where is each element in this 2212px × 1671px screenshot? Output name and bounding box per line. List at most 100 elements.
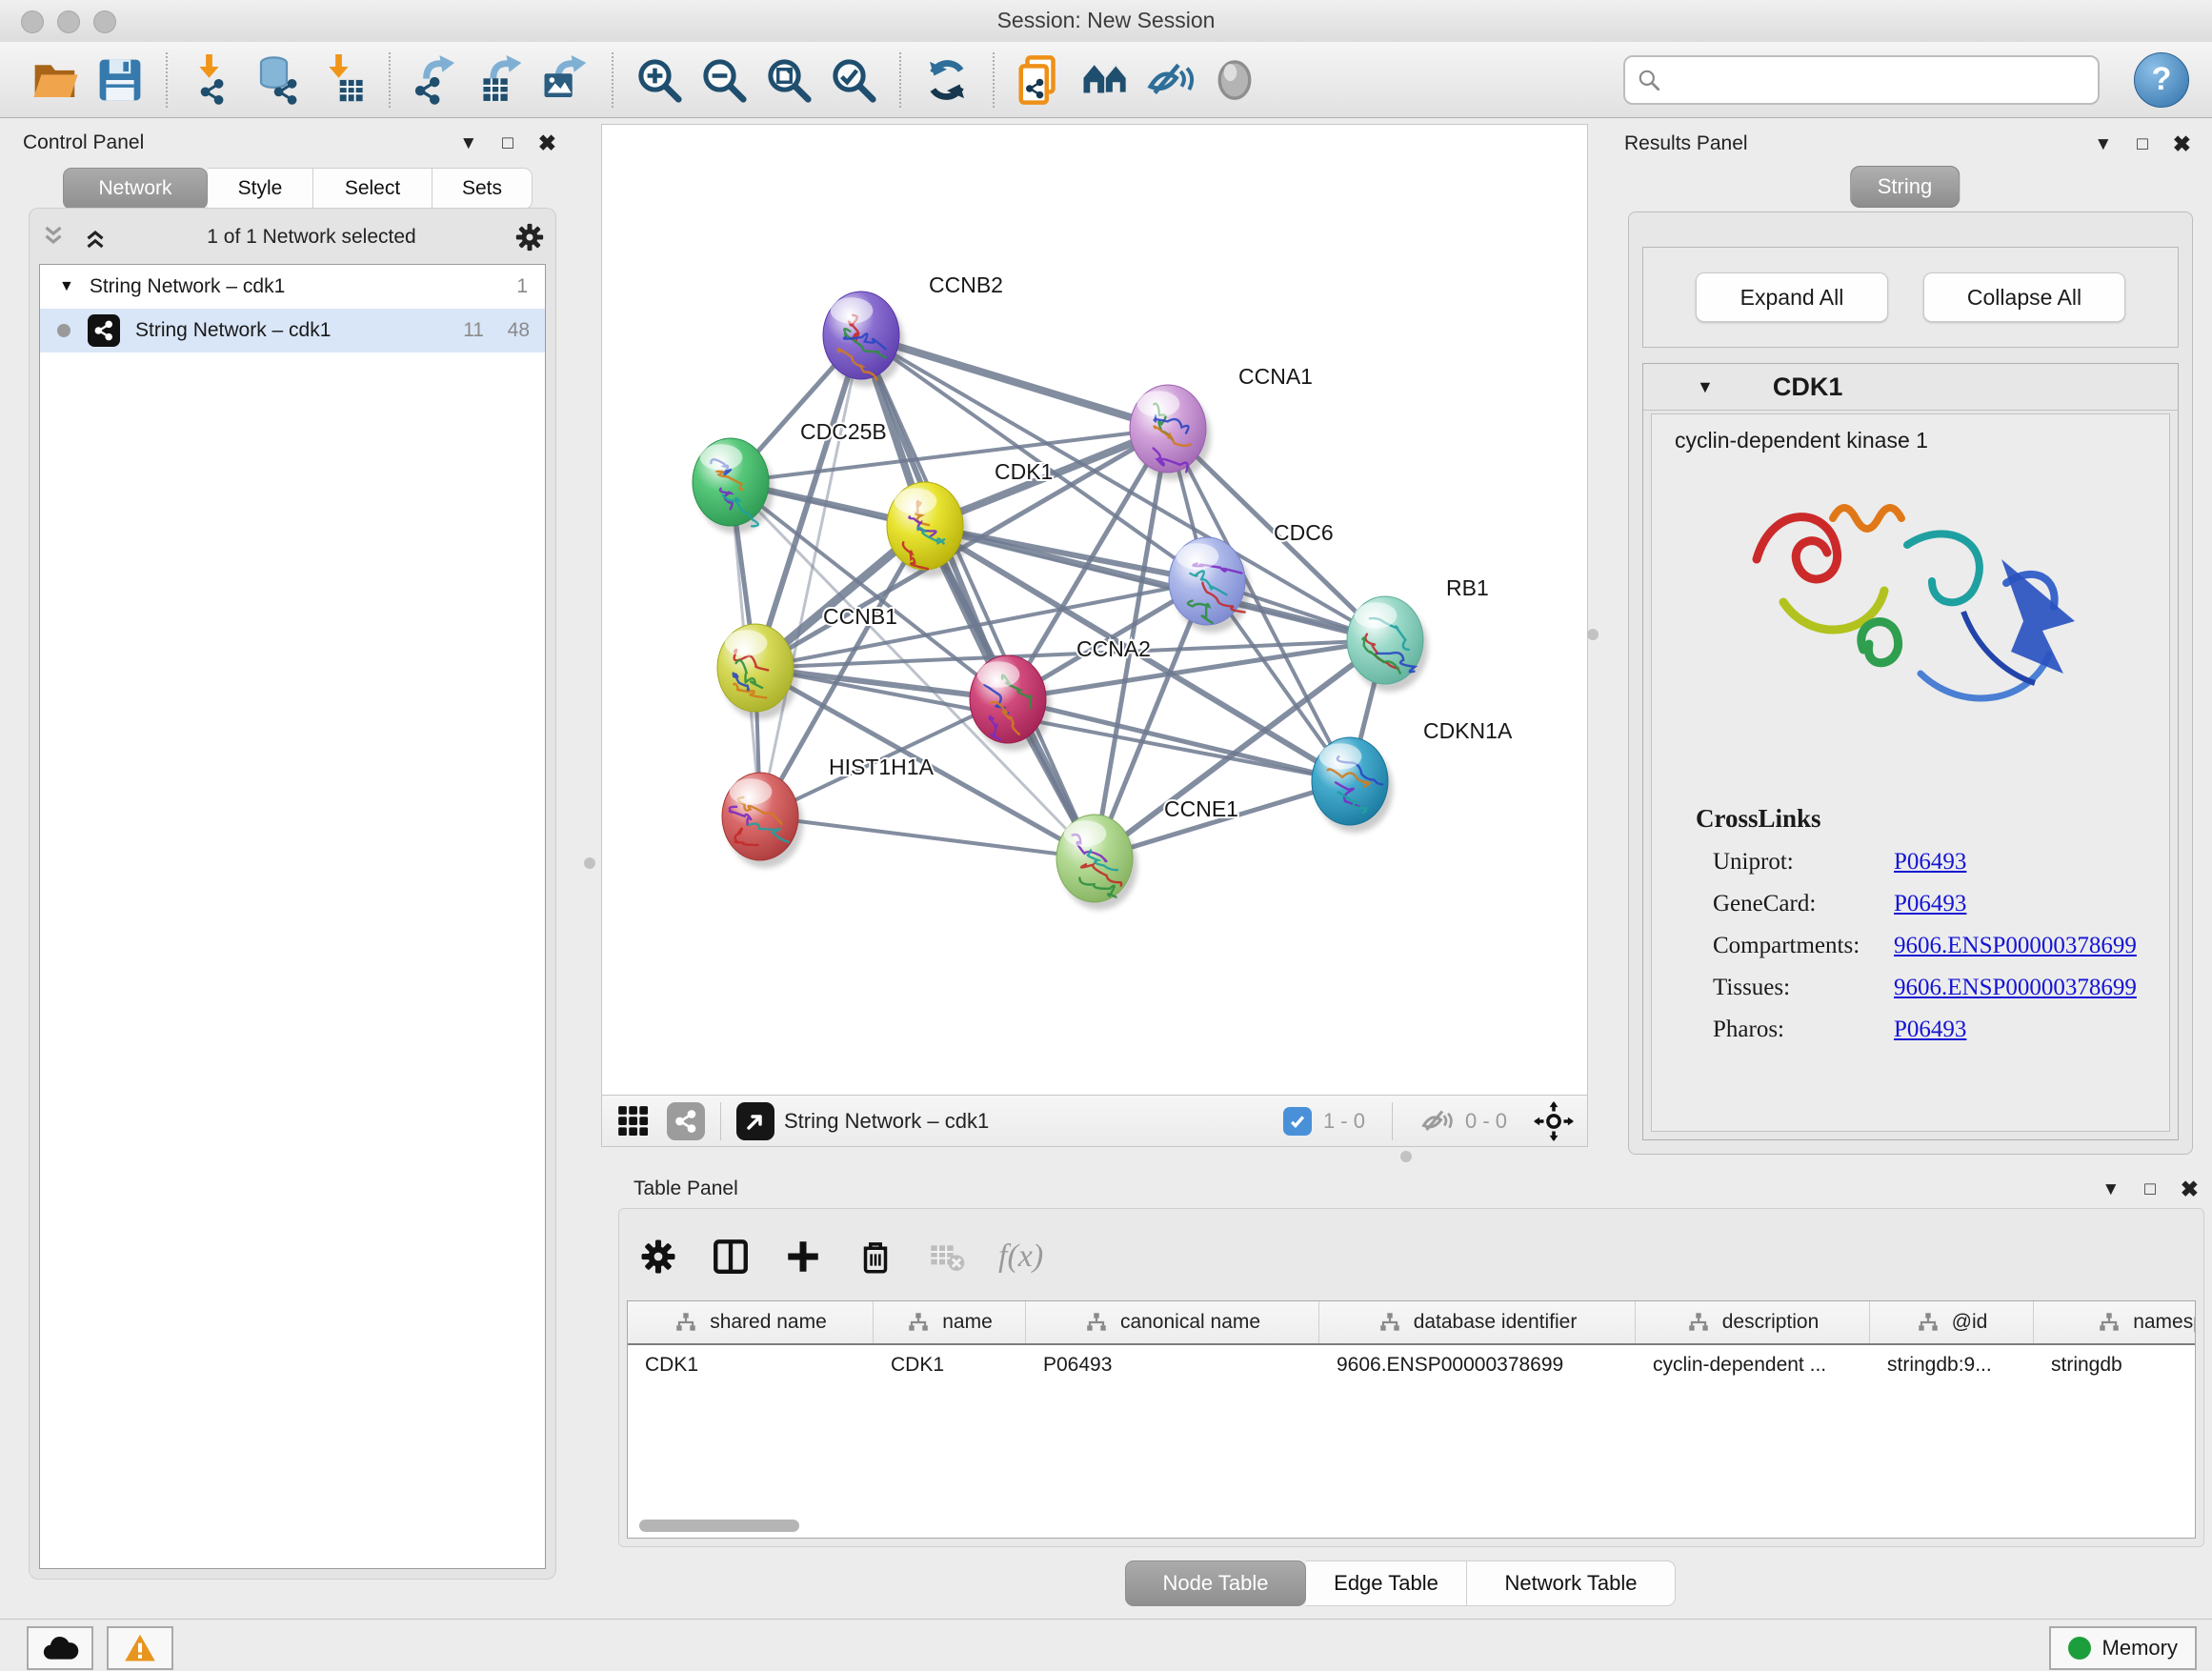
delete-column-icon[interactable] <box>855 1237 895 1277</box>
selection-mode-crosshair-icon[interactable] <box>1534 1101 1574 1141</box>
export-table-icon[interactable] <box>473 51 530 109</box>
export-network-icon[interactable] <box>408 51 465 109</box>
crosslink-tissues[interactable]: 9606.ENSP00000378699 <box>1894 975 2137 1001</box>
birds-eye-view-icon[interactable] <box>615 1103 652 1139</box>
float-panel-icon[interactable]: □ <box>502 134 513 152</box>
network-node-CDKN1A[interactable]: CDKN1A <box>1312 718 1513 833</box>
help-button[interactable]: ? <box>2134 52 2189 108</box>
warning-icon <box>123 1632 157 1664</box>
network-node-CCNE1[interactable]: CCNE1 <box>1056 796 1238 910</box>
column-header-shared-name[interactable]: shared name <box>628 1301 874 1343</box>
zoom-in-icon[interactable] <box>631 51 688 109</box>
table-cell: 9606.ENSP00000378699 <box>1319 1354 1636 1377</box>
add-column-icon[interactable] <box>783 1237 823 1277</box>
search-input[interactable] <box>1623 55 2100 105</box>
tab-sets[interactable]: Sets <box>432 168 533 210</box>
network-collection-row[interactable]: ▼ String Network – cdk1 1 <box>40 265 545 309</box>
network-node-HIST1H1A[interactable]: HIST1H1A <box>722 755 935 868</box>
selected-checkbox-icon[interactable] <box>1283 1107 1312 1136</box>
zoom-out-icon[interactable] <box>695 51 753 109</box>
tab-node-table[interactable]: Node Table <box>1125 1560 1306 1606</box>
zoom-fit-icon[interactable] <box>760 51 817 109</box>
memory-label: Memory <box>2102 1636 2178 1661</box>
delete-table-icon[interactable] <box>928 1238 966 1276</box>
column-header-canonical-name[interactable]: canonical name <box>1026 1301 1319 1343</box>
network-node-CCNA1[interactable]: CCNA1 <box>1130 364 1313 480</box>
crosslink-pharos[interactable]: P06493 <box>1894 1017 1966 1043</box>
node-label-CDK1: CDK1 <box>995 459 1053 484</box>
column-header-description[interactable]: description <box>1636 1301 1870 1343</box>
table-cell: cyclin-dependent ... <box>1636 1354 1870 1377</box>
node-count: 11 <box>463 319 484 342</box>
string-home-icon[interactable] <box>1076 51 1134 109</box>
import-network-file-icon[interactable] <box>185 51 242 109</box>
close-panel-icon[interactable]: ✖ <box>2173 133 2191 155</box>
selected-counts: 1 - 0 <box>1323 1109 1365 1134</box>
collapse-all-button[interactable]: Collapse All <box>1923 272 2125 322</box>
apply-layout-icon[interactable] <box>918 51 975 109</box>
collapse-all-icon[interactable] <box>39 223 68 252</box>
collapse-panel-icon[interactable]: ▼ <box>2094 135 2112 153</box>
import-network-database-icon[interactable] <box>250 51 307 109</box>
memory-button[interactable]: Memory <box>2049 1626 2197 1670</box>
table-settings-gear-icon[interactable] <box>638 1237 678 1277</box>
crosslink-label: Compartments: <box>1713 933 1894 959</box>
network-canvas[interactable]: CCNB2CCNA1CDC25BCDK1CDC6RB1CCNB1CCNA2CDK… <box>602 125 1587 1095</box>
crosslink-label: Pharos: <box>1713 1017 1894 1043</box>
node-label-CDC25B: CDC25B <box>800 419 887 444</box>
tab-select[interactable]: Select <box>313 168 432 210</box>
tab-network-table[interactable]: Network Table <box>1467 1560 1676 1606</box>
column-tree-icon <box>2097 1310 2122 1335</box>
splitter-handle[interactable] <box>1400 1151 1412 1162</box>
float-panel-icon[interactable]: □ <box>2137 135 2147 153</box>
crosslink-compartments[interactable]: 9606.ENSP00000378699 <box>1894 933 2137 959</box>
zoom-selected-icon[interactable] <box>825 51 882 109</box>
network-options-gear-icon[interactable] <box>513 221 546 253</box>
splitter-handle[interactable] <box>584 857 595 869</box>
column-header-database-identifier[interactable]: database identifier <box>1319 1301 1636 1343</box>
expand-all-icon[interactable] <box>81 223 110 252</box>
section-caret-icon[interactable]: ▼ <box>1697 377 1714 397</box>
column-header-name[interactable]: name <box>874 1301 1026 1343</box>
expand-all-button[interactable]: Expand All <box>1696 272 1888 322</box>
warning-status-button[interactable] <box>107 1626 173 1670</box>
collapse-panel-icon[interactable]: ▼ <box>459 134 477 152</box>
show-columns-icon[interactable] <box>711 1237 751 1277</box>
save-session-icon[interactable] <box>91 51 149 109</box>
node-label-CDKN1A: CDKN1A <box>1423 718 1513 743</box>
splitter-handle[interactable] <box>1587 629 1599 640</box>
string-flash-eye-icon[interactable] <box>1141 51 1198 109</box>
float-panel-icon[interactable]: □ <box>2144 1180 2155 1198</box>
column-header--id[interactable]: @id <box>1870 1301 2034 1343</box>
node-table[interactable]: shared namenamecanonical namedatabase id… <box>627 1300 2196 1539</box>
tab-network[interactable]: Network <box>63 168 208 210</box>
close-panel-icon[interactable]: ✖ <box>538 132 556 154</box>
apply-function-icon[interactable]: f(x) <box>998 1238 1043 1275</box>
close-panel-icon[interactable]: ✖ <box>2181 1178 2199 1200</box>
hidden-eye-icon[interactable] <box>1419 1104 1454 1138</box>
crosslink-uniprot[interactable]: P06493 <box>1894 849 1966 876</box>
results-panel-title: Results Panel <box>1624 132 1748 155</box>
network-row[interactable]: String Network – cdk1 11 48 <box>40 309 545 352</box>
column-tree-icon <box>1377 1310 1402 1335</box>
string-glass-ball-icon[interactable] <box>1206 51 1263 109</box>
open-session-icon[interactable] <box>27 51 84 109</box>
tab-string[interactable]: String <box>1850 166 1960 208</box>
collapse-panel-icon[interactable]: ▼ <box>2101 1180 2120 1198</box>
tab-style[interactable]: Style <box>208 168 313 210</box>
export-image-icon[interactable] <box>537 51 594 109</box>
tab-edge-table[interactable]: Edge Table <box>1306 1560 1467 1606</box>
open-in-new-window-icon[interactable] <box>736 1102 774 1140</box>
crosslink-genecard[interactable]: P06493 <box>1894 891 1966 917</box>
column-header-namespace[interactable]: namespace <box>2034 1301 2196 1343</box>
import-table-file-icon[interactable] <box>314 51 372 109</box>
string-protein-query-icon[interactable] <box>1012 51 1069 109</box>
collection-caret-icon[interactable]: ▼ <box>59 278 74 295</box>
gene-section-header[interactable]: ▼ CDK1 <box>1643 364 2178 411</box>
string-style-icon[interactable] <box>667 1102 705 1140</box>
network-node-RB1[interactable]: RB1 <box>1347 575 1489 692</box>
horizontal-scrollbar[interactable] <box>639 1520 799 1532</box>
cloud-status-button[interactable] <box>27 1626 93 1670</box>
table-cell: CDK1 <box>628 1354 874 1377</box>
table-row[interactable]: CDK1CDK1P064939606.ENSP00000378699cyclin… <box>628 1345 2195 1385</box>
